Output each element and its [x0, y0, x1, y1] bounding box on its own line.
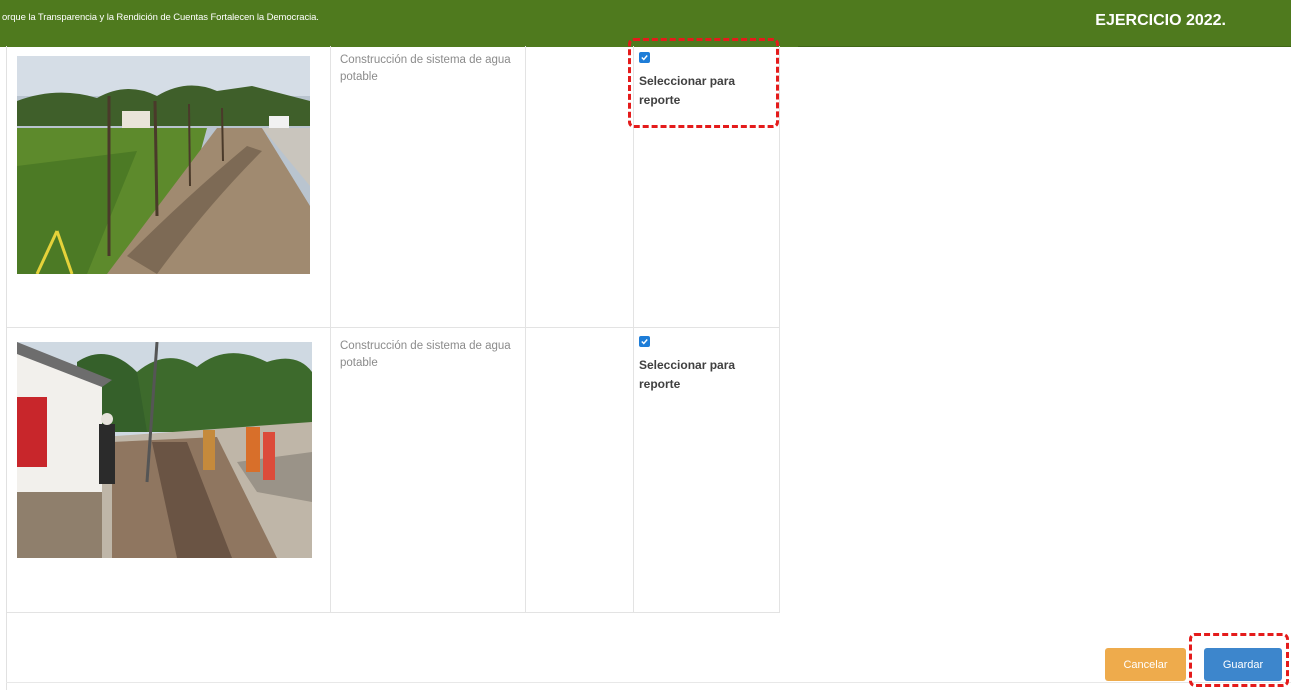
table-row-description: Construcción de sistema de agua potable — [340, 340, 511, 369]
column-divider — [633, 46, 634, 613]
column-divider — [525, 46, 526, 613]
table-row-description: Construcción de sistema de agua potable — [340, 54, 511, 83]
frame-bottom-border — [6, 682, 1291, 683]
check-icon — [641, 339, 648, 345]
column-divider — [330, 46, 331, 613]
row-divider — [7, 612, 780, 613]
cancel-button[interactable]: Cancelar — [1105, 648, 1186, 681]
page: orque la Transparencia y la Rendición de… — [0, 0, 1291, 690]
report-select-label[interactable]: Seleccionar para reporte — [639, 356, 779, 394]
report-select-checkbox[interactable] — [639, 336, 650, 347]
save-button[interactable]: Guardar — [1204, 648, 1282, 681]
construction-photo-icon — [17, 56, 310, 274]
table-row-photo — [17, 56, 310, 274]
header-slogan: orque la Transparencia y la Rendición de… — [2, 12, 319, 23]
fiscal-year-label: EJERCICIO 2022. — [1095, 12, 1226, 29]
construction-photo-icon — [17, 342, 312, 558]
table-row-photo — [17, 342, 312, 558]
column-divider — [779, 46, 780, 613]
highlight-checkbox-annotation — [628, 38, 779, 128]
row-divider — [7, 327, 780, 328]
